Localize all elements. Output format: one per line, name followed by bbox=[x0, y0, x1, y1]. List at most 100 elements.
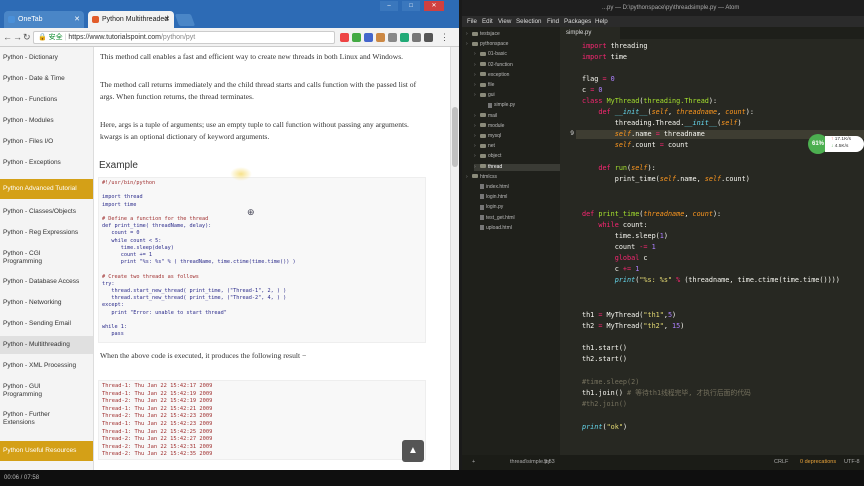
menu-help[interactable]: Help bbox=[595, 16, 608, 27]
url-field[interactable]: 🔒 安全 | https://www.tutorialspoint.com/py… bbox=[33, 31, 335, 44]
sidebar-item-gui[interactable]: Python - GUI Programming bbox=[0, 383, 70, 399]
tree-folder[interactable]: › object bbox=[474, 153, 560, 160]
tab-python-multithreaded[interactable]: Python Multithreaded ✕ bbox=[88, 11, 174, 28]
close-icon[interactable]: ✕ bbox=[74, 11, 80, 28]
status-cursor-pos[interactable]: 9:53 bbox=[544, 455, 555, 470]
extension-icon[interactable] bbox=[340, 33, 349, 42]
tree-folder[interactable]: › testsjace bbox=[466, 31, 560, 38]
page-scrollbar[interactable] bbox=[450, 47, 459, 470]
url-path: /python/pyt bbox=[160, 34, 196, 41]
code-line: def print_time( threadName, delay): bbox=[102, 223, 212, 230]
minimize-button[interactable]: – bbox=[380, 1, 398, 11]
add-file-icon[interactable]: + bbox=[472, 455, 475, 470]
sidebar-item-xml[interactable]: Python - XML Processing bbox=[0, 362, 93, 370]
status-deprecations[interactable]: 0 deprecations bbox=[800, 455, 836, 470]
sidebar-item-networking[interactable]: Python - Networking bbox=[0, 299, 93, 307]
menu-packages[interactable]: Packages bbox=[564, 16, 591, 27]
tree-label: test_get.html bbox=[486, 214, 515, 221]
code-line: print_time(self.name, self.count) bbox=[582, 175, 750, 183]
line-number: 9 bbox=[570, 130, 574, 137]
sidebar-item-extensions[interactable]: Python - Further Extensions bbox=[0, 411, 70, 427]
tree-folder[interactable]: › exception bbox=[474, 72, 560, 79]
address-bar-row: ← → ↻ 🔒 安全 | https://www.tutorialspoint.… bbox=[0, 28, 459, 47]
sidebar-item-classes[interactable]: Python - Classes/Objects bbox=[0, 208, 93, 216]
paragraph: When the above code is executed, it prod… bbox=[100, 351, 307, 360]
tree-file[interactable]: index.html bbox=[474, 184, 560, 191]
extension-icon[interactable] bbox=[364, 33, 373, 42]
tree-file[interactable]: login.py bbox=[474, 204, 560, 211]
folder-icon bbox=[480, 72, 486, 77]
sidebar-item-functions[interactable]: Python - Functions bbox=[0, 96, 93, 104]
extension-icon[interactable] bbox=[388, 33, 397, 42]
folder-icon bbox=[480, 92, 486, 97]
sidebar-item-datetime[interactable]: Python - Date & Time bbox=[0, 75, 93, 83]
folder-icon bbox=[480, 113, 486, 118]
editor-code[interactable]: import threading import time flag = 0 c … bbox=[582, 39, 864, 455]
file-icon bbox=[480, 214, 484, 220]
tree-file[interactable]: test_get.html bbox=[474, 215, 560, 222]
menu-find[interactable]: Find bbox=[547, 16, 559, 27]
menu-file[interactable]: File bbox=[467, 16, 477, 27]
playback-time: 00:06 / 07:58 bbox=[4, 475, 40, 481]
extension-icon[interactable] bbox=[424, 33, 433, 42]
tree-label: exception bbox=[488, 71, 510, 78]
tree-file[interactable]: login.html bbox=[474, 194, 560, 201]
forward-icon[interactable]: → bbox=[13, 31, 22, 43]
sidebar-item-cgi[interactable]: Python - CGI Programming bbox=[0, 250, 70, 266]
extension-icon[interactable] bbox=[412, 33, 421, 42]
tree-file[interactable]: simple.py bbox=[482, 102, 560, 109]
sidebar-item-database[interactable]: Python - Database Access bbox=[0, 278, 93, 286]
close-icon[interactable]: ✕ bbox=[164, 11, 170, 28]
back-icon[interactable]: ← bbox=[3, 31, 12, 43]
sidebar-item-exceptions[interactable]: Python - Exceptions bbox=[0, 159, 93, 167]
sidebar-item-modules[interactable]: Python - Modules bbox=[0, 117, 93, 125]
maximize-button[interactable]: □ bbox=[402, 1, 420, 11]
tree-file[interactable]: upload.html bbox=[474, 225, 560, 232]
tree-folder[interactable]: › net bbox=[474, 143, 560, 150]
tree-folder[interactable]: › thread bbox=[474, 163, 560, 171]
reload-icon[interactable]: ↻ bbox=[23, 31, 31, 43]
tree-label: 01-basic bbox=[488, 51, 507, 58]
file-icon bbox=[480, 194, 484, 200]
sidebar-item-dictionary[interactable]: Python - Dictionary bbox=[0, 54, 93, 62]
tree-folder[interactable]: › file bbox=[474, 82, 560, 89]
code-line: count -= 1 bbox=[582, 243, 656, 251]
tree-folder[interactable]: › mysql bbox=[474, 133, 560, 140]
tree-folder[interactable]: › 01-basic bbox=[474, 51, 560, 58]
extension-icon[interactable] bbox=[352, 33, 361, 42]
sidebar-item-regex[interactable]: Python - Reg Expressions bbox=[0, 229, 93, 237]
extension-icon[interactable] bbox=[376, 33, 385, 42]
tree-folder[interactable]: › pythonspace bbox=[466, 41, 560, 48]
output-line: Thread-2: Thu Jan 22 15:42:23 2009 bbox=[102, 413, 213, 420]
status-eol[interactable]: CRLF bbox=[774, 455, 788, 470]
sidebar-item-multithreading[interactable]: Python - Multithreading bbox=[0, 336, 93, 354]
code-line: threading.Thread.__init__(self) bbox=[582, 119, 742, 127]
code-line: import thread bbox=[102, 194, 143, 201]
editor-tab-simple[interactable]: simple.py bbox=[560, 27, 620, 39]
menu-edit[interactable]: Edit bbox=[482, 16, 493, 27]
menu-selection[interactable]: Selection bbox=[516, 16, 541, 27]
sidebar-item-email[interactable]: Python - Sending Email bbox=[0, 320, 93, 328]
close-window-button[interactable]: ✕ bbox=[424, 1, 444, 11]
network-monitor-widget[interactable]: 61% ↑ 17.1K/s ↓ 4.5K/s bbox=[808, 134, 864, 154]
code-line: c += 1 bbox=[582, 265, 640, 273]
line-gutter: 9 bbox=[560, 39, 576, 455]
tree-folder[interactable]: › 02-function bbox=[474, 62, 560, 69]
new-tab-button[interactable] bbox=[174, 14, 196, 26]
menu-view[interactable]: View bbox=[498, 16, 511, 27]
tree-folder[interactable]: › mail bbox=[474, 113, 560, 120]
tree-folder[interactable]: › module bbox=[474, 123, 560, 130]
tree-folder[interactable]: › htmlcss bbox=[466, 174, 560, 181]
extension-icon[interactable] bbox=[400, 33, 409, 42]
menu-icon[interactable]: ⋮ bbox=[440, 31, 449, 43]
status-encoding[interactable]: UTF-8 bbox=[844, 455, 860, 470]
scrollbar-thumb[interactable] bbox=[452, 107, 458, 167]
tree-folder[interactable]: › gui bbox=[474, 92, 560, 99]
tab-onetab[interactable]: OneTab ✕ bbox=[4, 11, 84, 28]
code-line: thread.start_new_thread( print_time, ("T… bbox=[102, 288, 287, 295]
sidebar-item-files-io[interactable]: Python - Files I/O bbox=[0, 138, 93, 146]
code-line: while count: bbox=[598, 221, 648, 229]
scroll-to-top-button[interactable]: ▲ bbox=[402, 440, 424, 462]
output-example: Thread-1: Thu Jan 22 15:42:17 2009 Thread… bbox=[98, 380, 426, 460]
